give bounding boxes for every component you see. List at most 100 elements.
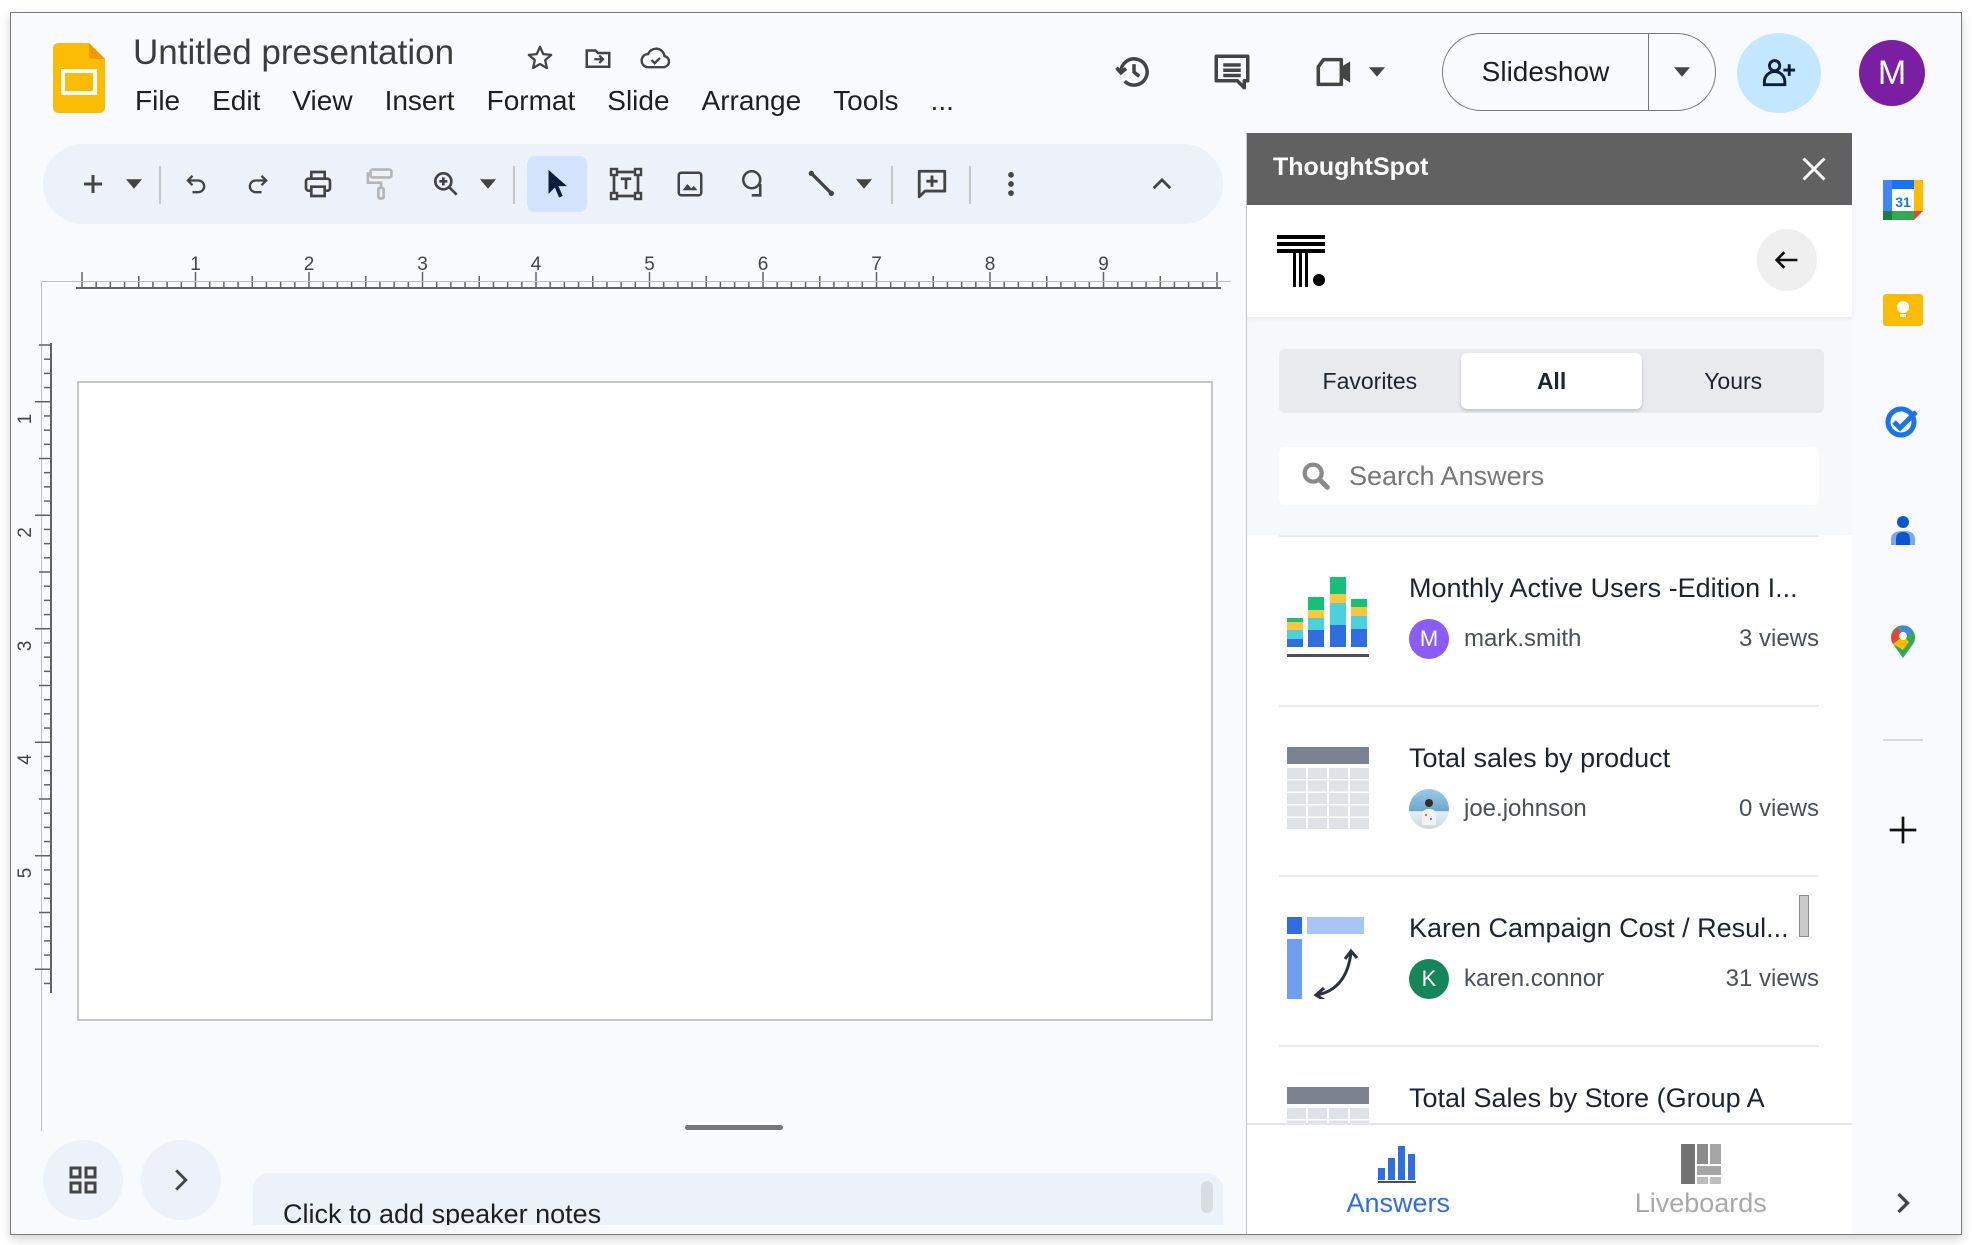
list-scrollbar[interactable] [1799, 895, 1809, 937]
maps-app-icon[interactable] [1881, 618, 1925, 662]
menu-edit[interactable]: Edit [212, 85, 260, 117]
line-button[interactable] [799, 156, 845, 212]
table-cell [1287, 805, 1306, 817]
menu-insert[interactable]: Insert [385, 85, 455, 117]
undo-button[interactable] [173, 156, 219, 212]
tasks-app-icon[interactable] [1881, 398, 1925, 442]
search-placeholder: Search Answers [1349, 460, 1545, 491]
list-item[interactable]: Total Sales by Store (Group A [1279, 1045, 1819, 1123]
add-comment-button[interactable] [907, 156, 957, 212]
collapse-toolbar-button[interactable] [1139, 156, 1185, 212]
more-options-button[interactable] [991, 156, 1031, 212]
comments-icon[interactable] [1207, 47, 1257, 97]
select-tool-button[interactable] [527, 156, 587, 212]
table-cell [1308, 1108, 1327, 1119]
new-slide-dropdown[interactable] [121, 156, 147, 212]
calendar-app-icon[interactable]: 31 [1881, 178, 1925, 222]
list-item[interactable]: Karen Campaign Cost / Resul... K karen.c… [1279, 875, 1819, 1047]
version-history-icon[interactable] [1109, 47, 1159, 97]
panel-title: ThoughtSpot [1273, 153, 1429, 181]
get-addons-button[interactable] [1881, 808, 1925, 852]
table-cell [1287, 1108, 1306, 1119]
move-to-folder-icon[interactable] [581, 41, 615, 75]
line-dropdown[interactable] [851, 156, 877, 212]
menu-tools[interactable]: Tools [833, 85, 898, 117]
ruler-label: 4 [15, 754, 36, 765]
slideshow-button[interactable]: Slideshow [1443, 34, 1649, 110]
title-icons [523, 41, 673, 75]
menu-arrange[interactable]: Arrange [702, 85, 802, 117]
share-button[interactable] [1737, 33, 1821, 113]
notes-scrollbar[interactable] [1201, 1181, 1213, 1213]
list-item[interactable]: Monthly Active Users -Edition I... M mar… [1279, 535, 1819, 707]
table-header-cell [1287, 747, 1369, 764]
table-cell [1329, 1108, 1348, 1119]
menu-more[interactable]: ... [931, 85, 954, 117]
zoom-dropdown[interactable] [475, 156, 501, 212]
back-button[interactable] [1757, 229, 1817, 291]
menu-view[interactable]: View [292, 85, 352, 117]
toolbar-divider [969, 166, 971, 204]
meet-button[interactable] [1309, 47, 1389, 97]
show-filmstrip-button[interactable] [141, 1140, 221, 1220]
ruler-label: 3 [15, 641, 36, 652]
star-icon[interactable] [523, 41, 557, 75]
slides-logo-icon[interactable] [53, 43, 105, 113]
document-title[interactable]: Untitled presentation [133, 33, 454, 73]
menu-slide[interactable]: Slide [607, 85, 669, 117]
table-cell [1329, 780, 1348, 792]
ruler-label: 6 [758, 254, 769, 275]
owner-avatar: K [1409, 959, 1449, 999]
contacts-app-icon[interactable] [1881, 508, 1925, 552]
menu-format[interactable]: Format [487, 85, 576, 117]
close-panel-button[interactable] [1796, 151, 1832, 187]
thoughtspot-logo-icon [1277, 235, 1327, 292]
table-cell [1308, 818, 1327, 829]
caret-down-icon [856, 179, 872, 189]
cursor-arrow-icon [548, 169, 567, 198]
pivot-table-icon [1287, 917, 1364, 999]
ruler-label: 1 [190, 254, 201, 275]
new-slide-button[interactable] [73, 156, 113, 212]
caret-down-icon [480, 179, 496, 189]
speaker-notes[interactable]: Click to add speaker notes [253, 1173, 1223, 1225]
answer-title[interactable]: Karen Campaign Cost / Resul... [1409, 913, 1819, 944]
answer-title[interactable]: Total sales by product [1409, 743, 1819, 774]
slide-canvas[interactable] [77, 381, 1213, 1021]
nav-answers[interactable]: Answers [1247, 1125, 1550, 1234]
insert-image-button[interactable] [667, 156, 713, 212]
nav-liveboards[interactable]: Liveboards [1550, 1125, 1853, 1234]
owner-avatar-photo [1409, 789, 1449, 829]
grid-view-button[interactable] [43, 1140, 123, 1220]
text-box-button[interactable] [601, 156, 651, 212]
table-cell [1308, 793, 1327, 804]
keep-app-icon[interactable] [1881, 288, 1925, 332]
search-answers-input[interactable]: Search Answers [1279, 447, 1819, 505]
notes-resize-handle[interactable] [685, 1125, 783, 1130]
list-item[interactable]: Total sales by product joe.johnson 0 vie… [1279, 705, 1819, 877]
expand-rail-button[interactable] [1881, 1181, 1925, 1225]
answer-title[interactable]: Total Sales by Store (Group A [1409, 1083, 1819, 1114]
redo-icon [248, 175, 268, 194]
answers-bar-chart-icon [1378, 1146, 1417, 1183]
redo-button[interactable] [235, 156, 281, 212]
add-person-icon [1762, 59, 1796, 87]
answer-title[interactable]: Monthly Active Users -Edition I... [1409, 573, 1819, 604]
account-avatar[interactable]: M [1859, 40, 1925, 106]
side-apps-rail: 31 [1851, 133, 1961, 1234]
ruler-label: 5 [644, 254, 655, 275]
zoom-in-icon [434, 172, 458, 196]
tab-favorites[interactable]: Favorites [1279, 349, 1461, 413]
table-cell [1287, 818, 1306, 829]
zoom-button[interactable] [423, 156, 469, 212]
panel-header: ThoughtSpot [1247, 133, 1852, 205]
tab-yours[interactable]: Yours [1642, 349, 1824, 413]
tab-all[interactable]: All [1460, 353, 1643, 409]
print-button[interactable] [295, 156, 341, 212]
cloud-saved-icon[interactable] [639, 41, 673, 75]
paint-format-button[interactable] [358, 156, 404, 212]
shape-button[interactable] [733, 156, 779, 212]
menu-file[interactable]: File [135, 85, 180, 117]
table-icon [1287, 1087, 1369, 1123]
slideshow-dropdown[interactable] [1649, 34, 1715, 110]
